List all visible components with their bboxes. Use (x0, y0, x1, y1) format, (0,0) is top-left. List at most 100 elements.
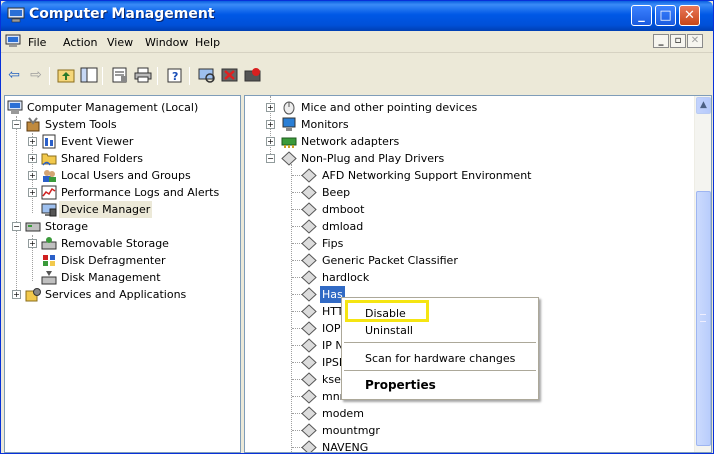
driver-icon (301, 423, 317, 438)
tree-item-local-users-groups[interactable]: + Local Users and Groups (7, 167, 237, 184)
tree-item-label: IOP (322, 322, 341, 335)
uninstall-icon[interactable] (221, 67, 239, 83)
tree-item-removable-storage[interactable]: + Removable Storage (7, 235, 237, 252)
disk-management-icon (41, 271, 57, 285)
minimize-button[interactable]: _ (631, 5, 652, 26)
back-icon[interactable]: ⇦ (5, 67, 23, 83)
tree-item-label: Shared Folders (61, 152, 143, 165)
tree-item-label: Non-Plug and Play Drivers (301, 152, 445, 165)
expand-toggle[interactable]: + (28, 137, 37, 146)
tree-item-label: Performance Logs and Alerts (61, 186, 220, 199)
tree-item-system-tools[interactable]: − System Tools (7, 116, 237, 133)
vertical-scrollbar[interactable]: ▲ (694, 96, 711, 452)
up-folder-icon[interactable] (57, 67, 75, 83)
tree-item-storage[interactable]: − Storage (7, 218, 237, 235)
computer-management-icon[interactable] (5, 34, 21, 48)
close-button[interactable]: ✕ (679, 5, 700, 26)
driver-item[interactable]: dmboot (287, 201, 667, 218)
driver-item[interactable]: Generic Packet Classifier (287, 252, 667, 269)
tree-item-label: Storage (45, 220, 89, 233)
menu-view[interactable]: View (107, 36, 133, 49)
title-bar[interactable]: Computer Management _ □ ✕ (1, 1, 713, 31)
collapse-toggle[interactable]: − (12, 120, 21, 129)
driver-item[interactable]: AFD Networking Support Environment (287, 167, 667, 184)
driver-item[interactable]: Fips (287, 235, 667, 252)
device-manager-icon (41, 203, 57, 217)
tree-item-services-applications[interactable]: + Services and Applications (7, 286, 237, 303)
mouse-icon (283, 101, 295, 115)
tree-item-label: Event Viewer (61, 135, 134, 148)
driver-item[interactable]: modem (287, 405, 667, 422)
tree-item-label: hardlock (322, 271, 370, 284)
toolbar-separator (49, 67, 50, 85)
menu-action[interactable]: Action (63, 36, 97, 49)
mdi-close-button[interactable]: ✕ (687, 34, 703, 48)
expand-toggle[interactable]: + (266, 137, 275, 146)
tree-item-label: Fips (322, 237, 344, 250)
properties-icon[interactable] (111, 67, 129, 83)
driver-icon (301, 406, 317, 421)
maximize-button[interactable]: □ (655, 5, 676, 26)
driver-icon (301, 440, 317, 452)
mdi-restore-button[interactable]: ▫ (670, 34, 686, 48)
driver-icon (301, 202, 317, 217)
menu-help[interactable]: Help (195, 36, 220, 49)
computer-management-window: Computer Management _ □ ✕ File Action Vi… (0, 0, 714, 454)
driver-icon (301, 304, 317, 319)
driver-item[interactable]: dmload (287, 218, 667, 235)
computer-management-icon (7, 100, 23, 114)
driver-item[interactable]: hardlock (287, 269, 667, 286)
computer-management-icon (7, 7, 25, 23)
shared-folders-icon (41, 153, 57, 166)
tree-item-label: modem (322, 407, 364, 420)
tree-item-shared-folders[interactable]: + Shared Folders (7, 150, 237, 167)
scan-hardware-icon[interactable] (198, 67, 216, 83)
menu-bar: File Action View Window Help _ ▫ ✕ (1, 31, 713, 53)
device-category-non-plug-and-play[interactable]: − Non-Plug and Play Drivers (263, 150, 683, 167)
tree-item-event-viewer[interactable]: + Event Viewer (7, 133, 237, 150)
driver-icon (301, 372, 317, 387)
driver-icon (301, 253, 317, 268)
expand-toggle[interactable]: + (28, 171, 37, 180)
tree-item-label: Services and Applications (45, 288, 187, 301)
removable-storage-icon (41, 237, 57, 250)
tree-item-device-manager[interactable]: Device Manager (7, 201, 237, 218)
print-icon[interactable] (134, 67, 152, 83)
expand-toggle[interactable]: + (28, 188, 37, 197)
expand-toggle[interactable]: + (28, 154, 37, 163)
tree-item-performance-logs[interactable]: + Performance Logs and Alerts (7, 184, 240, 201)
tree-item-computer-management[interactable]: Computer Management (Local) (7, 99, 237, 116)
scroll-up-button[interactable]: ▲ (696, 97, 711, 114)
toolbar: ⇦ ⇨ ? (1, 53, 713, 95)
tree-item-disk-management[interactable]: Disk Management (7, 269, 237, 286)
context-menu-scan-hardware[interactable]: Scan for hardware changes (365, 352, 515, 365)
expand-toggle[interactable]: + (12, 290, 21, 299)
driver-item[interactable]: mountmgr (287, 422, 667, 439)
driver-item[interactable]: NAVENG (287, 439, 667, 452)
disable-icon[interactable] (244, 67, 262, 83)
window-title: Computer Management (29, 6, 215, 22)
forward-icon[interactable]: ⇨ (27, 67, 45, 83)
help-icon[interactable]: ? (166, 67, 184, 83)
menu-separator (344, 370, 536, 371)
console-tree-pane[interactable]: Computer Management (Local) − System Too… (4, 95, 241, 453)
collapse-toggle[interactable]: − (266, 154, 275, 163)
collapse-toggle[interactable]: − (12, 222, 21, 231)
expand-toggle[interactable]: + (266, 103, 275, 112)
context-menu-properties[interactable]: Properties (365, 378, 436, 392)
tree-item-label: Generic Packet Classifier (322, 254, 458, 267)
driver-item[interactable]: Beep (287, 184, 667, 201)
device-category-monitors[interactable]: + Monitors (263, 116, 683, 133)
expand-toggle[interactable]: + (28, 239, 37, 248)
show-hide-tree-icon[interactable] (80, 67, 98, 83)
context-menu-uninstall[interactable]: Uninstall (365, 324, 413, 337)
driver-icon (301, 168, 317, 183)
tree-item-label: Mice and other pointing devices (301, 101, 478, 114)
expand-toggle[interactable]: + (266, 120, 275, 129)
menu-file[interactable]: File (28, 36, 46, 49)
tree-item-disk-defragmenter[interactable]: Disk Defragmenter (7, 252, 237, 269)
menu-window[interactable]: Window (145, 36, 188, 49)
mdi-minimize-button[interactable]: _ (653, 34, 669, 48)
device-category-mice[interactable]: + Mice and other pointing devices (263, 99, 683, 116)
device-category-network-adapters[interactable]: + Network adapters (263, 133, 683, 150)
